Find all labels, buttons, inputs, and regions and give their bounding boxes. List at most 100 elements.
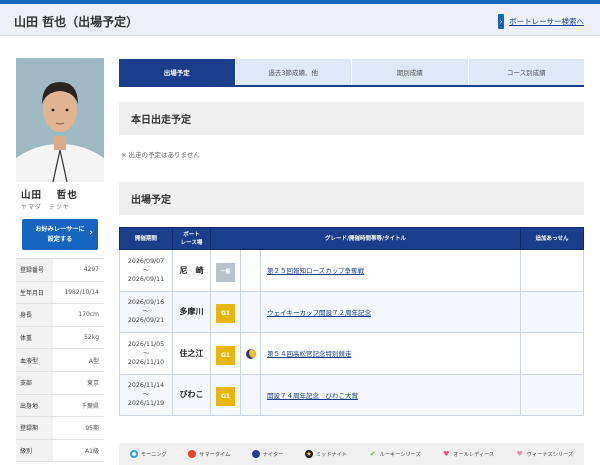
race-period: 2026/11/05 〜 2026/11/10 [119, 332, 173, 375]
profile-sidebar: 山田 哲也 ヤマダ テツヤ お好みレーサーに 設定する › 登録番号 4297 生… [16, 58, 104, 463]
legend-label: ナイター [262, 451, 284, 458]
summertime-icon [188, 450, 197, 458]
tab-recent-results[interactable]: 過去3節成績、他 [235, 59, 352, 85]
profile-label: 体重 [16, 326, 53, 349]
profile-row: 血液型 A型 [16, 349, 104, 372]
race-title-link[interactable]: 開設７４周年記念 びわこ大賞 [260, 373, 521, 416]
col-extra: 追加あっせん [520, 227, 584, 250]
extra-cell [520, 332, 584, 375]
page-title: 山田 哲也（出場予定） [14, 15, 139, 29]
time-icon-cell [240, 332, 261, 375]
date-sep: 〜 [142, 308, 150, 316]
legend-label: ヴィーナスシリーズ [526, 451, 574, 458]
profile-value: 170cm [78, 311, 99, 319]
race-period: 2026/09/07 〜 2026/09/11 [119, 249, 173, 292]
schedule-header-row: 開催期間 ボート レース場 グレード/開催時間帯等/タイトル 追加あっせん [119, 227, 584, 250]
profile-label: 登録期 [16, 417, 53, 439]
race-title-link[interactable]: 第２５回報知ローズカップ争奪戦 [260, 249, 521, 292]
col-title: グレード/開催時間帯等/タイトル [210, 227, 521, 250]
profile-value: A型 [88, 357, 99, 365]
profile-value: 東京 [86, 380, 99, 388]
table-row: 2026/11/05 〜 2026/11/10 住之江 G1 第５４回高松宮記念特別… [119, 332, 584, 375]
legend-item: ★ ミッドナイト [304, 450, 348, 458]
tab-schedule[interactable]: 出場予定 [119, 59, 236, 85]
profile-label: 出身地 [16, 394, 53, 417]
time-icon-cell [240, 373, 261, 416]
race-period: 2026/11/14 〜 2026/11/19 [119, 373, 173, 416]
col-venue-line2: レース場 [180, 239, 203, 246]
start-date: 2026/11/05 [127, 340, 165, 348]
midnight-icon: ★ [304, 450, 313, 458]
grade-cell: G1 [210, 290, 241, 333]
profile-value: A1級 [85, 448, 99, 456]
profile-row: 登録期 95期 [16, 417, 104, 440]
legend-item: ナイター [251, 450, 284, 458]
legend-label: サマータイム [199, 451, 231, 458]
time-icon-cell [240, 249, 261, 292]
nighter-icon [251, 450, 260, 458]
race-title-link[interactable]: ウェイキーカップ開設７２周年記念 [260, 290, 521, 333]
time-slot-legend: モーニング サマータイム ナイター ★ ミッドナイト ✔ ルーキーシリーズ ♥ オール… [119, 443, 584, 465]
table-row: 2026/11/14 〜 2026/11/19 びわこ G1 開設７４周年記念 びわ… [119, 373, 584, 416]
favorite-racer-button[interactable]: お好みレーサーに 設定する › [22, 219, 98, 250]
profile-value: 95期 [85, 425, 99, 433]
profile-value: 52kg [84, 334, 99, 342]
rookie-icon: ✔ [369, 450, 376, 458]
legend-label: ミッドナイト [315, 451, 348, 458]
col-period: 開催期間 [119, 227, 173, 250]
racer-search-link[interactable]: › ボートレーサー検索へ [498, 14, 584, 29]
legend-item: ✔ ルーキーシリーズ [369, 450, 421, 458]
legend-item: サマータイム [188, 450, 230, 458]
venus-icon: ♥ [516, 450, 523, 458]
profile-label: 身長 [16, 304, 53, 326]
date-sep: 〜 [142, 391, 150, 399]
legend-label: オールレディース [453, 451, 495, 458]
schedule-table: 開催期間 ボート レース場 グレード/開催時間帯等/タイトル 追加あっせん 202… [119, 227, 584, 416]
legend-item: ♥ オールレディース [442, 450, 494, 458]
grade-badge: 一般 [216, 263, 235, 283]
date-sep: 〜 [142, 266, 150, 274]
date-sep: 〜 [142, 349, 150, 357]
chevron-right-icon: › [498, 14, 505, 29]
grade-badge: G1 [216, 345, 235, 365]
venue-name: 多摩川 [172, 290, 211, 333]
chevron-right-icon: › [89, 228, 93, 238]
profile-row: 支部 東京 [16, 371, 104, 395]
extra-cell [520, 249, 584, 292]
legend-item: ♥ ヴィーナスシリーズ [516, 450, 574, 458]
favorite-button-line1: お好みレーサーに [35, 226, 85, 233]
tab-course-results[interactable]: コース別成績 [468, 59, 584, 85]
racer-portrait-image [16, 58, 104, 183]
profile-row: 級別 A1級 [16, 439, 104, 463]
racer-name: 山田 哲也 [21, 190, 78, 201]
profile-value: 千葉県 [80, 402, 99, 410]
page-header: 山田 哲也（出場予定） › ボートレーサー検索へ [0, 4, 600, 36]
profile-row: 登録番号 4297 [16, 259, 104, 282]
profile-table: 登録番号 4297 生年月日 1982/10/14 身長 170cm 体重 52kg 血… [16, 258, 104, 463]
profile-label: 血液型 [16, 349, 53, 371]
start-date: 2026/09/16 [127, 299, 165, 307]
racer-search-link-label: ボートレーサー検索へ [509, 17, 584, 26]
profile-row: 出身地 千葉県 [16, 394, 104, 418]
tab-period-results[interactable]: 期別成績 [352, 59, 469, 85]
profile-row: 生年月日 1982/10/14 [16, 281, 104, 305]
time-icon-cell [240, 290, 261, 333]
extra-cell [520, 290, 584, 333]
schedule-heading: 出場予定 [119, 182, 584, 215]
nighter-icon [245, 348, 256, 359]
tab-underline [119, 85, 584, 87]
profile-label: 登録番号 [16, 259, 53, 281]
no-race-message: ※ 出走の予定はありません [121, 151, 200, 159]
profile-row: 体重 52kg [16, 326, 104, 350]
morning-icon [129, 450, 138, 458]
end-date: 2026/09/11 [127, 275, 165, 283]
venue-name: びわこ [172, 373, 211, 416]
grade-cell: G1 [210, 373, 241, 416]
table-row: 2026/09/16 〜 2026/09/21 多摩川 G1 ウェイキーカップ開設７… [119, 290, 584, 333]
profile-label: 支部 [16, 371, 53, 394]
profile-value: 4297 [83, 266, 99, 274]
race-title-link[interactable]: 第５４回高松宮記念特別競走 [260, 332, 521, 375]
end-date: 2026/11/10 [127, 358, 165, 366]
profile-value: 1982/10/14 [64, 288, 99, 296]
today-heading: 本日出走予定 [119, 102, 584, 135]
